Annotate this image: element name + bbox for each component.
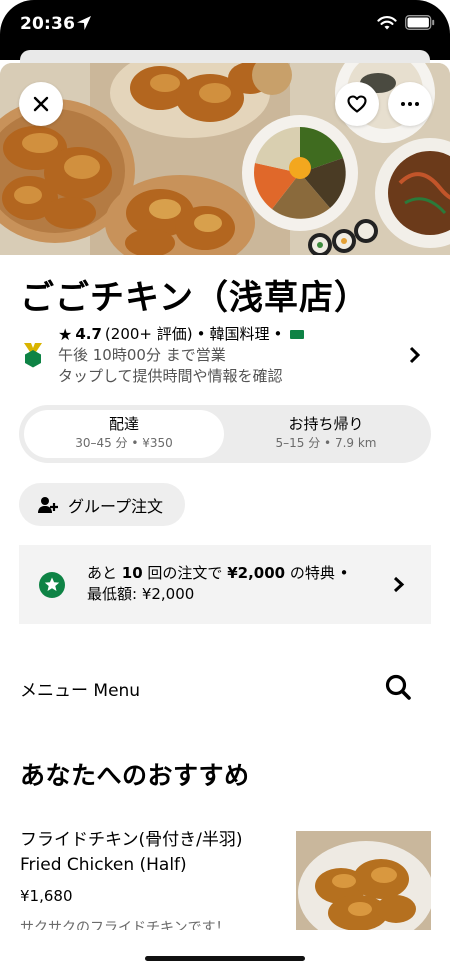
promo-count: 10 (121, 564, 143, 582)
promo-prefix: あと (87, 564, 122, 582)
chevron-right-icon (393, 576, 405, 593)
favorite-button[interactable] (335, 82, 379, 126)
cuisine: 韓国料理 (209, 325, 270, 343)
fulfillment-toggle: 配達 30–45 分 • ¥350 お持ち帰り 5–15 分 • 7.9 km (19, 405, 431, 463)
rating-line: ★ 4.7 (200+ 評価) • 韓国料理 • (58, 324, 398, 345)
promo-middle: 回の注文で (142, 564, 228, 582)
item-image (296, 831, 431, 938)
delivery-label: 配達 (108, 415, 139, 433)
hero-image (0, 63, 450, 255)
location-arrow-icon (77, 16, 91, 30)
bottom-bar (0, 930, 450, 972)
more-options-button[interactable] (388, 82, 432, 126)
chevron-right-icon[interactable] (408, 346, 422, 364)
battery-icon (405, 15, 435, 30)
item-price: ¥1,680 (20, 887, 73, 905)
pickup-option[interactable]: お持ち帰り 5–15 分 • 7.9 km (226, 410, 426, 458)
promo-minimum: 最低額: ¥2,000 (87, 585, 195, 603)
add-person-icon (38, 496, 58, 513)
top-eats-badge-icon (24, 343, 42, 368)
close-button[interactable] (19, 82, 63, 126)
opening-hours: 午後 10時00分 まで営業 (58, 346, 226, 364)
search-icon[interactable] (384, 673, 412, 701)
delivery-detail: 30–45 分 • ¥350 (75, 436, 173, 450)
promo-amount: ¥2,000 (227, 564, 286, 582)
star-icon: ★ (58, 325, 73, 344)
heart-icon (347, 95, 367, 113)
close-icon (33, 96, 49, 112)
store-name: ごごチキン（浅草店） (20, 278, 369, 318)
separator: • (196, 325, 206, 343)
promo-text: あと 10 回の注文で ¥2,000 の特典 • 最低額: ¥2,000 (87, 563, 377, 605)
store-screen: 20:36 ごごチキン（浅草店） ★ 4.7 (200+ 評価) • 韓国料理 … (0, 0, 450, 972)
delivery-option[interactable]: 配達 30–45 分 • ¥350 (24, 410, 224, 458)
group-order-button[interactable]: グループ注文 (19, 483, 185, 526)
promo-suffix: の特典 • (285, 564, 349, 582)
info-hint: タップして提供時間や情報を確認 (58, 367, 283, 385)
item-name: フライドチキン(骨付き/半羽) Fried Chicken (Half) (20, 830, 243, 875)
wifi-icon (377, 16, 397, 30)
pickup-detail: 5–15 分 • 7.9 km (275, 436, 377, 450)
loyalty-promo[interactable]: あと 10 回の注文で ¥2,000 の特典 • 最低額: ¥2,000 (19, 545, 431, 624)
pickup-label: お持ち帰り (288, 415, 364, 433)
hero-food-illustration (0, 63, 450, 255)
group-order-label: グループ注文 (68, 496, 164, 516)
store-info[interactable]: ★ 4.7 (200+ 評価) • 韓国料理 • 午後 10時00分 まで営業 … (58, 324, 398, 387)
home-indicator[interactable] (145, 956, 305, 961)
section-title: あなたへのおすすめ (20, 761, 250, 790)
status-time: 20:36 (20, 14, 76, 34)
rating-value: 4.7 (75, 325, 102, 343)
star-badge-icon (39, 572, 65, 598)
separator: • (273, 325, 283, 343)
menu-item[interactable]: フライドチキン(骨付き/半羽) Fried Chicken (Half) ¥1,… (20, 828, 431, 938)
more-icon (401, 102, 419, 106)
fried-chicken-photo (296, 831, 431, 938)
ticket-icon (290, 330, 305, 339)
review-count: (200+ 評価) (104, 325, 193, 343)
menu-selector[interactable]: メニュー Menu (20, 676, 140, 701)
